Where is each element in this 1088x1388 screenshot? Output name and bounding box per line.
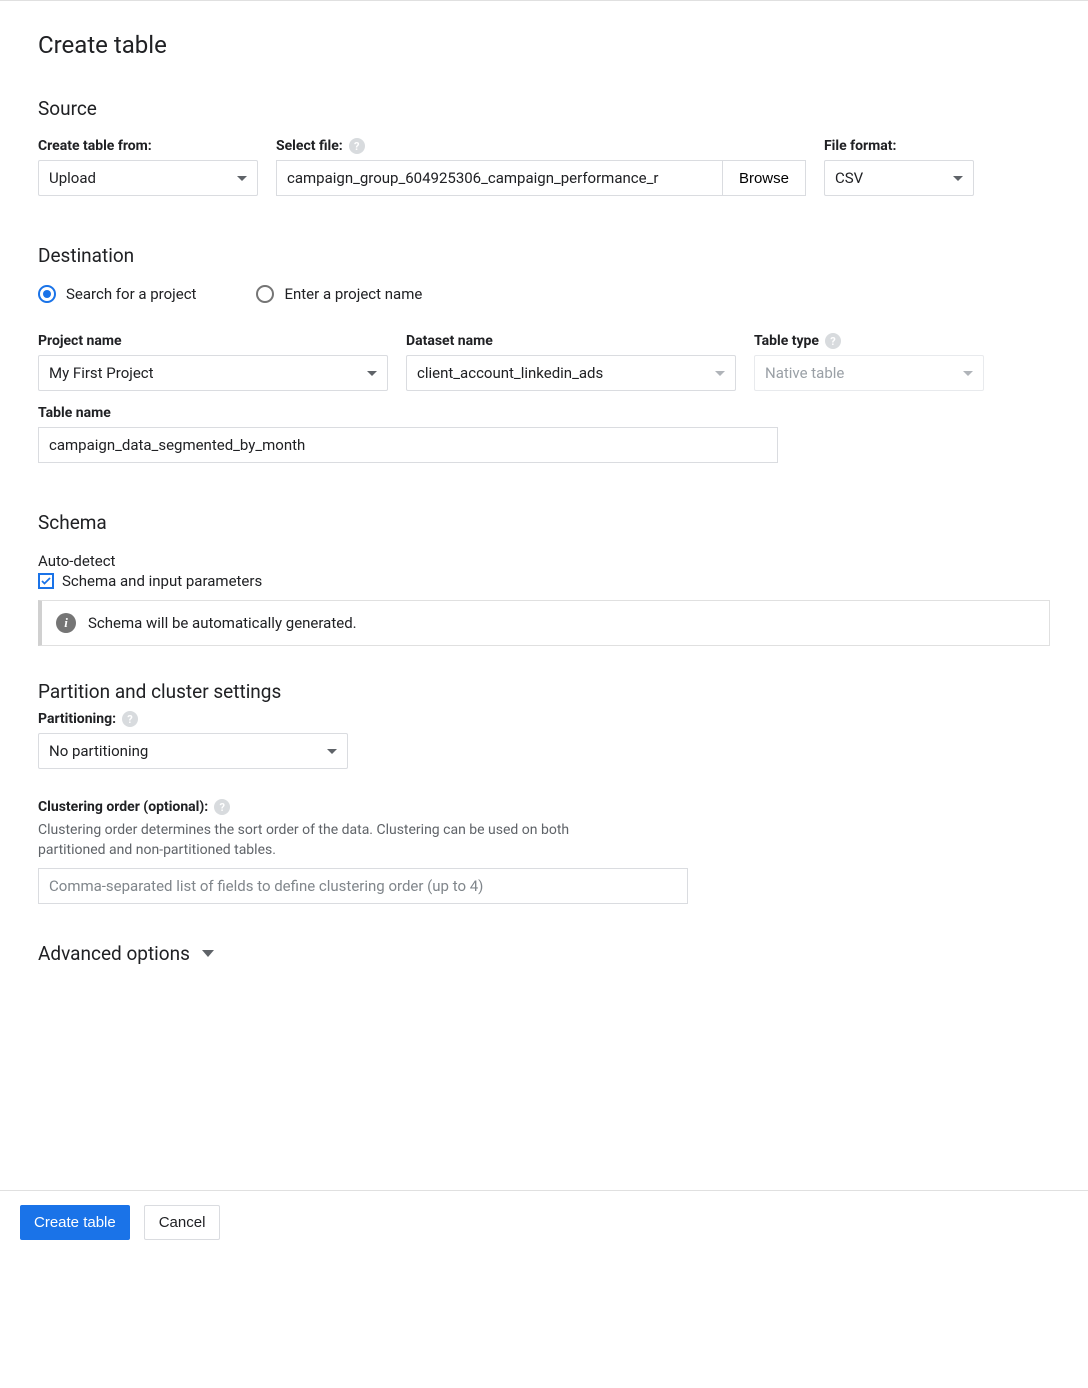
help-icon[interactable]: ? xyxy=(349,138,365,154)
cancel-button[interactable]: Cancel xyxy=(144,1205,221,1240)
create-table-button[interactable]: Create table xyxy=(20,1205,130,1240)
project-name-label: Project name xyxy=(38,333,388,349)
clustering-input[interactable] xyxy=(38,868,688,904)
source-heading: Source xyxy=(38,97,1050,120)
autodetect-checkbox[interactable] xyxy=(38,573,54,589)
page-title: Create table xyxy=(38,31,1050,59)
autodetect-label: Auto-detect xyxy=(38,552,1050,570)
chevron-down-icon xyxy=(715,371,725,376)
table-type-label: Table type ? xyxy=(754,333,984,349)
partitioning-select[interactable]: No partitioning xyxy=(38,733,348,769)
table-name-label: Table name xyxy=(38,405,778,421)
check-icon xyxy=(40,575,52,587)
chevron-down-icon xyxy=(953,176,963,181)
autodetect-checkbox-label: Schema and input parameters xyxy=(62,572,262,590)
file-format-value: CSV xyxy=(835,169,863,187)
create-from-select[interactable]: Upload xyxy=(38,160,258,196)
advanced-options-toggle[interactable]: Advanced options xyxy=(38,942,1050,965)
create-from-value: Upload xyxy=(49,169,96,187)
partition-heading: Partition and cluster settings xyxy=(38,680,1050,703)
table-name-input[interactable] xyxy=(38,427,778,463)
file-format-label: File format: xyxy=(824,138,974,154)
project-name-select[interactable]: My First Project xyxy=(38,355,388,391)
radio-search-project[interactable] xyxy=(38,285,56,303)
file-format-select[interactable]: CSV xyxy=(824,160,974,196)
chevron-down-icon xyxy=(237,176,247,181)
chevron-down-icon xyxy=(202,950,214,957)
advanced-options-label: Advanced options xyxy=(38,942,190,965)
radio-enter-project[interactable] xyxy=(256,285,274,303)
dataset-name-value: client_account_linkedin_ads xyxy=(417,364,603,382)
help-icon[interactable]: ? xyxy=(214,799,230,815)
help-icon[interactable]: ? xyxy=(122,711,138,727)
table-type-value: Native table xyxy=(765,364,844,382)
select-file-label: Select file: ? xyxy=(276,138,806,154)
browse-button[interactable]: Browse xyxy=(722,160,806,196)
schema-heading: Schema xyxy=(38,511,1050,534)
partitioning-value: No partitioning xyxy=(49,742,148,760)
dataset-name-label: Dataset name xyxy=(406,333,736,349)
info-icon: i xyxy=(56,613,76,633)
chevron-down-icon xyxy=(963,371,973,376)
partitioning-label: Partitioning: ? xyxy=(38,711,1050,727)
create-from-label: Create table from: xyxy=(38,138,258,154)
clustering-hint: Clustering order determines the sort ord… xyxy=(38,821,598,860)
clustering-label: Clustering order (optional): ? xyxy=(38,799,1050,815)
chevron-down-icon xyxy=(367,371,377,376)
chevron-down-icon xyxy=(327,749,337,754)
schema-info-text: Schema will be automatically generated. xyxy=(88,614,357,632)
destination-heading: Destination xyxy=(38,244,1050,267)
dataset-name-select[interactable]: client_account_linkedin_ads xyxy=(406,355,736,391)
table-type-select: Native table xyxy=(754,355,984,391)
help-icon[interactable]: ? xyxy=(825,333,841,349)
radio-search-label: Search for a project xyxy=(66,285,196,303)
radio-enter-label: Enter a project name xyxy=(284,285,422,303)
schema-info-banner: i Schema will be automatically generated… xyxy=(38,600,1050,646)
project-name-value: My First Project xyxy=(49,364,154,382)
select-file-input[interactable] xyxy=(276,160,722,196)
